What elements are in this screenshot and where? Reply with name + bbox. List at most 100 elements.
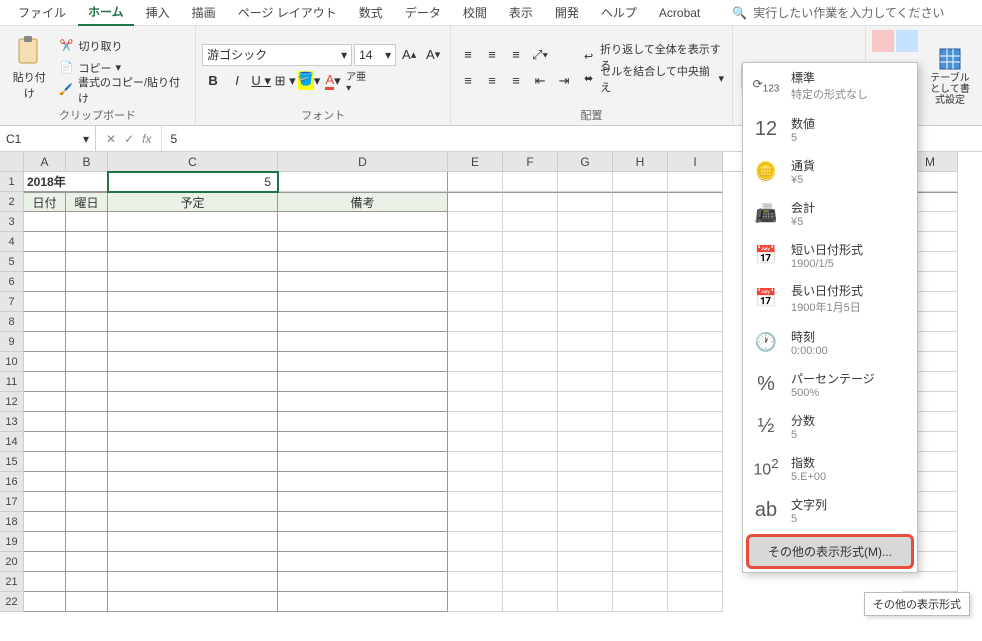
align-bottom-icon[interactable]: ≡ <box>505 44 527 66</box>
row-header-22[interactable]: 22 <box>0 592 24 612</box>
cell[interactable] <box>558 492 613 512</box>
cell[interactable] <box>448 332 503 352</box>
cell[interactable] <box>448 212 503 232</box>
cell[interactable] <box>668 412 723 432</box>
select-all-corner[interactable] <box>0 152 24 172</box>
cell[interactable] <box>503 192 558 212</box>
cell[interactable] <box>108 352 278 372</box>
cell[interactable] <box>613 312 668 332</box>
cell[interactable] <box>503 412 558 432</box>
cell[interactable] <box>278 452 448 472</box>
increase-indent-icon[interactable]: ⇥ <box>553 70 575 92</box>
row-header-5[interactable]: 5 <box>0 252 24 272</box>
cell[interactable] <box>448 552 503 572</box>
cell[interactable] <box>66 392 108 412</box>
cell[interactable] <box>448 232 503 252</box>
cut-button[interactable]: ✂️ 切り取り <box>57 35 190 57</box>
cell[interactable] <box>108 252 278 272</box>
cell[interactable] <box>278 292 448 312</box>
cell[interactable] <box>278 372 448 392</box>
cell-C1-selected[interactable]: 5 <box>108 172 278 192</box>
col-header-G[interactable]: G <box>558 152 613 172</box>
cell[interactable] <box>558 572 613 592</box>
tab-data[interactable]: データ <box>395 0 451 25</box>
cell[interactable] <box>108 232 278 252</box>
cell[interactable] <box>66 532 108 552</box>
cell[interactable] <box>66 292 108 312</box>
cell[interactable] <box>66 212 108 232</box>
row-header-18[interactable]: 18 <box>0 512 24 532</box>
cell[interactable] <box>558 512 613 532</box>
cell[interactable] <box>613 572 668 592</box>
cell[interactable] <box>613 512 668 532</box>
cell[interactable] <box>558 472 613 492</box>
cell[interactable] <box>558 552 613 572</box>
cell[interactable] <box>558 432 613 452</box>
col-header-C[interactable]: C <box>108 152 278 172</box>
cell[interactable] <box>108 392 278 412</box>
cell[interactable] <box>503 232 558 252</box>
cell[interactable] <box>668 332 723 352</box>
cell[interactable] <box>108 372 278 392</box>
cell[interactable] <box>448 472 503 492</box>
cell[interactable] <box>24 552 66 572</box>
cell[interactable] <box>66 352 108 372</box>
decrease-indent-icon[interactable]: ⇤ <box>529 70 551 92</box>
cell[interactable] <box>24 212 66 232</box>
cell-D2[interactable]: 備考 <box>278 192 448 212</box>
col-header-E[interactable]: E <box>448 152 503 172</box>
col-header-F[interactable]: F <box>503 152 558 172</box>
cell-D1[interactable] <box>278 172 448 192</box>
row-header-3[interactable]: 3 <box>0 212 24 232</box>
cell[interactable] <box>448 392 503 412</box>
cell[interactable] <box>668 192 723 212</box>
cell[interactable] <box>613 592 668 612</box>
tell-me-search[interactable]: 🔍 実行したい作業を入力してください <box>732 4 944 21</box>
cell[interactable] <box>66 432 108 452</box>
cell[interactable] <box>448 432 503 452</box>
italic-button[interactable]: I <box>226 70 248 92</box>
cell[interactable] <box>24 392 66 412</box>
row-header-1[interactable]: 1 <box>0 172 24 192</box>
cell[interactable] <box>668 492 723 512</box>
tab-review[interactable]: 校閲 <box>453 0 497 25</box>
format-item-時刻[interactable]: 🕐時刻0:00:00 <box>743 321 917 363</box>
tab-developer[interactable]: 開発 <box>545 0 589 25</box>
cell[interactable] <box>448 192 503 212</box>
cell[interactable] <box>278 352 448 372</box>
cell-A2[interactable]: 日付 <box>24 192 66 212</box>
cell[interactable] <box>278 572 448 592</box>
cell[interactable] <box>558 272 613 292</box>
cell[interactable] <box>278 212 448 232</box>
row-header-19[interactable]: 19 <box>0 532 24 552</box>
cell[interactable] <box>448 172 503 192</box>
cell[interactable] <box>24 252 66 272</box>
fill-color-button[interactable]: 🪣▾ <box>298 70 320 92</box>
cell[interactable] <box>668 272 723 292</box>
cell[interactable] <box>503 252 558 272</box>
row-header-6[interactable]: 6 <box>0 272 24 292</box>
cell-B2[interactable]: 曜日 <box>66 192 108 212</box>
align-center-icon[interactable]: ≡ <box>481 70 503 92</box>
cell[interactable] <box>613 532 668 552</box>
row-header-7[interactable]: 7 <box>0 292 24 312</box>
align-top-icon[interactable]: ≡ <box>457 44 479 66</box>
underline-button[interactable]: U ▾ <box>250 70 272 92</box>
border-button[interactable]: ⊞ ▾ <box>274 70 296 92</box>
orientation-button[interactable]: ⤢▾ <box>529 44 551 66</box>
cell[interactable] <box>66 272 108 292</box>
cell[interactable] <box>668 372 723 392</box>
cell[interactable] <box>24 352 66 372</box>
cell[interactable] <box>558 412 613 432</box>
cell[interactable] <box>448 312 503 332</box>
cell[interactable] <box>66 452 108 472</box>
cell[interactable] <box>668 212 723 232</box>
cell[interactable] <box>613 372 668 392</box>
tab-acrobat[interactable]: Acrobat <box>649 2 710 24</box>
cell[interactable] <box>503 172 558 192</box>
cell[interactable] <box>108 332 278 352</box>
cell[interactable] <box>278 472 448 492</box>
cell[interactable] <box>613 472 668 492</box>
cell[interactable] <box>558 352 613 372</box>
cell[interactable] <box>558 172 613 192</box>
